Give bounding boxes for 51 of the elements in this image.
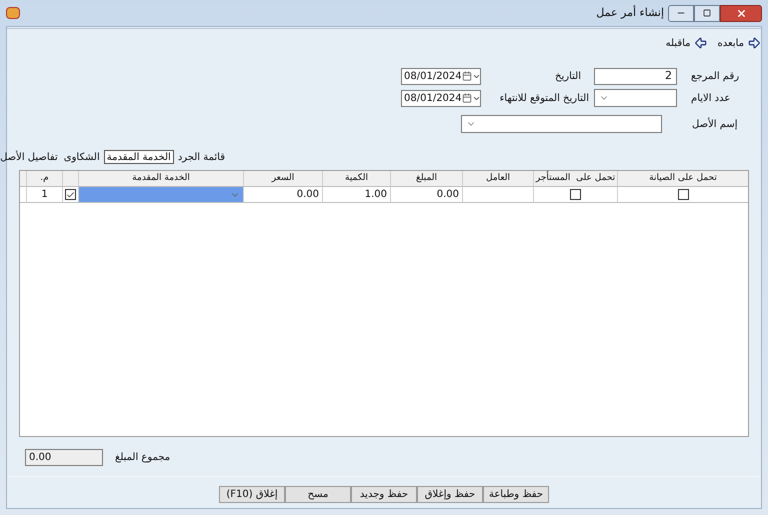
field-label: إسم الأصل bbox=[692, 116, 738, 132]
previous-button[interactable]: ماقبله bbox=[666, 36, 708, 50]
arrow-right-icon bbox=[747, 36, 761, 50]
tab[interactable]: الخدمة المقدمة bbox=[104, 150, 174, 164]
check-icon bbox=[66, 190, 75, 200]
window-title: إنشاء أمر عمل bbox=[596, 4, 664, 21]
minimize-button[interactable] bbox=[668, 4, 694, 22]
calendar-icon bbox=[462, 71, 472, 81]
calendar-icon bbox=[462, 93, 472, 103]
checkbox[interactable] bbox=[570, 189, 581, 200]
column-header: المبلغ bbox=[416, 172, 437, 185]
action-button[interactable]: حفظ وطباعة bbox=[483, 486, 549, 503]
total-field: 0.00 bbox=[25, 449, 103, 466]
arrow-left-icon bbox=[694, 36, 708, 50]
action-button[interactable]: حفظ وجديد bbox=[351, 486, 417, 503]
maximize-icon bbox=[703, 9, 711, 17]
checkbox[interactable] bbox=[65, 189, 76, 200]
column-header: السعر bbox=[272, 172, 294, 185]
column-header: م. bbox=[40, 172, 49, 185]
field-label: التاريخ bbox=[554, 70, 582, 84]
checkbox[interactable] bbox=[678, 189, 688, 200]
close-button[interactable] bbox=[720, 4, 762, 22]
column-header: تحمل على الصيانة bbox=[649, 172, 717, 185]
table-cell: 1.00 bbox=[322, 187, 390, 202]
action-button[interactable]: حفظ وإغلاق bbox=[417, 486, 483, 503]
field-label: رقم المرجع bbox=[691, 70, 740, 84]
column-header: الخدمة المقدمة bbox=[132, 172, 190, 185]
table-cell: 0.00 bbox=[390, 187, 462, 202]
tab[interactable]: تفاصيل الأصل bbox=[0, 150, 60, 164]
next-button[interactable]: مابعده bbox=[718, 36, 761, 50]
field-label: عدد الايام bbox=[691, 92, 730, 106]
app-icon bbox=[6, 7, 20, 19]
maximize-button[interactable] bbox=[694, 4, 720, 22]
close-icon bbox=[736, 8, 746, 18]
field-label: التاريخ المتوقع للانتهاء bbox=[498, 92, 589, 106]
dropdown-field[interactable] bbox=[461, 115, 662, 133]
total-label: مجموع المبلغ bbox=[115, 451, 170, 465]
date-value: 08/01/2024 bbox=[404, 92, 462, 106]
column-header: الكمية bbox=[345, 172, 368, 185]
tab[interactable]: الشكاوى bbox=[62, 150, 102, 164]
dropdown-field[interactable] bbox=[594, 89, 677, 107]
date-field[interactable]: 08/01/2024 bbox=[401, 90, 481, 106]
action-button[interactable]: إغلاق (F10) bbox=[219, 486, 285, 503]
column-header: العامل bbox=[486, 172, 510, 185]
action-button[interactable]: مسح bbox=[285, 486, 351, 503]
table-cell: 1 bbox=[26, 187, 62, 202]
reference-field[interactable]: 2 bbox=[594, 68, 677, 84]
date-field[interactable]: 08/01/2024 bbox=[401, 68, 481, 84]
date-value: 08/01/2024 bbox=[404, 70, 462, 84]
tab[interactable]: قائمة الجرد bbox=[176, 150, 227, 164]
column-header: تحمل على المستأجر bbox=[536, 172, 616, 185]
